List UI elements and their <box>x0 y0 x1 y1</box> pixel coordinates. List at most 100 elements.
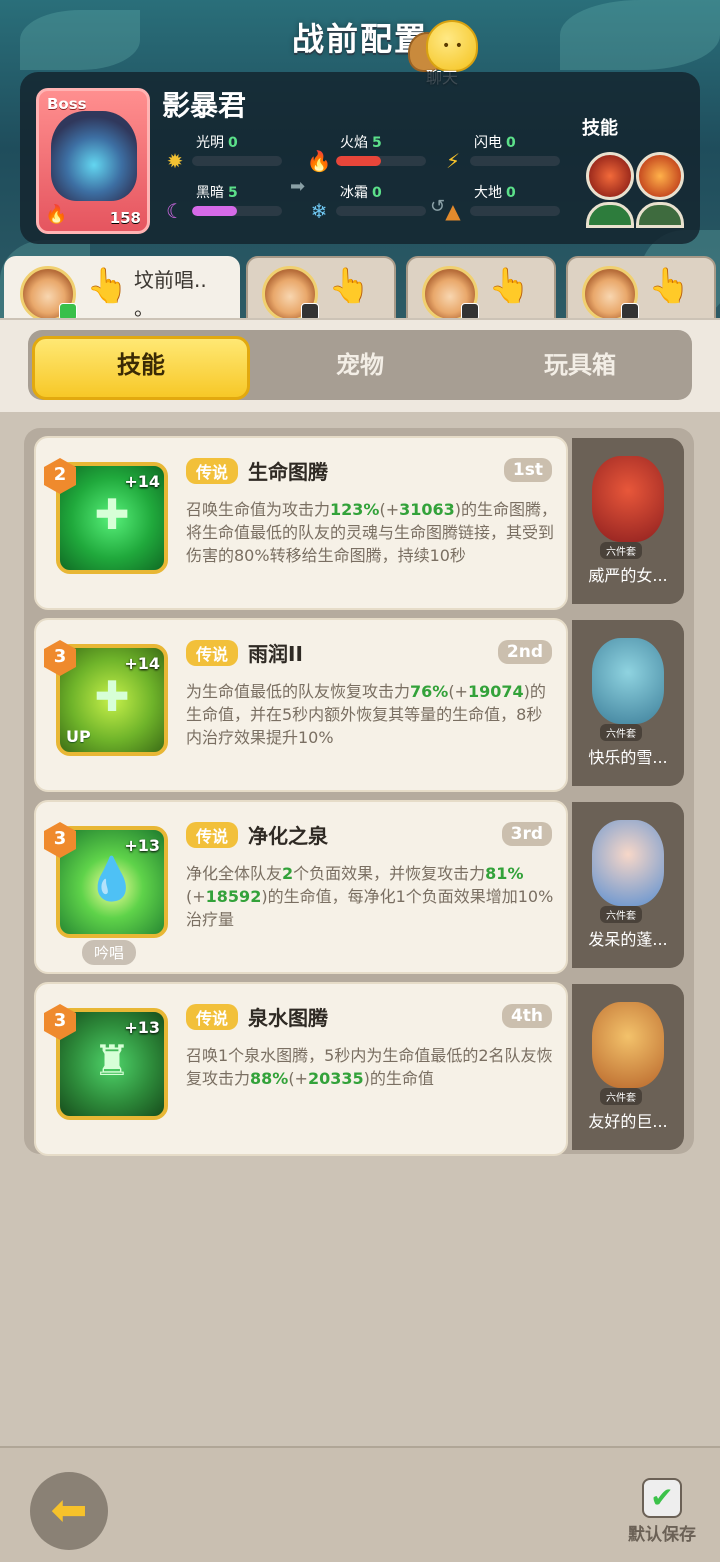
element-bar-fill <box>192 206 237 216</box>
skill-description: 净化全体队友2个负面效果，并恢复攻击力81%(+18592)的生命值，每净化1个… <box>186 864 554 929</box>
hero-avatar <box>422 266 479 322</box>
boss-skill-orb-3[interactable] <box>586 202 634 228</box>
build-tab-4[interactable]: 👆 <box>566 256 716 326</box>
boss-portrait[interactable]: Boss 🔥 158 <box>36 88 150 234</box>
element-bar <box>470 206 560 216</box>
skill-rank: 2nd <box>497 640 552 664</box>
tap-hand-icon: 👆 <box>648 266 691 306</box>
boss-skill-orb-4[interactable] <box>636 202 684 228</box>
rarity-badge: 传说 <box>186 822 239 848</box>
build-tabs: 👆 坟前唱.. 。 👆 👆 👆 <box>0 256 720 326</box>
pet-figure-image <box>592 456 664 542</box>
element-value: 0 <box>506 135 516 151</box>
rarity-badge: 传说 <box>186 640 239 666</box>
tap-hand-icon: 👆 <box>328 266 371 306</box>
skill-rank: 1st <box>503 458 552 482</box>
skill-rank: 4th <box>501 1004 552 1028</box>
pet-figure-image <box>592 1002 664 1088</box>
element-label: 光明 <box>196 135 224 151</box>
element-label: 闪电 <box>474 135 502 151</box>
element-stat: ☾ 黑暗 5 <box>162 182 282 224</box>
default-save-label: 默认保存 <box>628 1525 696 1545</box>
build-tab-label: 坟前唱.. 。 <box>134 268 207 320</box>
section-switcher: 技能 宠物 玩具箱 <box>0 320 720 412</box>
segment-skills[interactable]: 技能 <box>32 336 250 400</box>
pet-name: 发呆的蓬... <box>588 930 668 949</box>
element-label: 火焰 <box>340 135 368 151</box>
skill-name: 泉水图腾 <box>248 1006 328 1030</box>
element-stat: ✹ 光明 0 <box>162 132 282 174</box>
element-bar <box>192 206 282 216</box>
checkbox-checked-icon: ✔ <box>642 1478 682 1518</box>
assigned-pet[interactable]: 六件套 快乐的雪... <box>572 620 684 786</box>
default-save-toggle[interactable]: ✔ 默认保存 <box>620 1478 704 1548</box>
flame-icon: 🔥 <box>306 149 332 173</box>
element-label: 冰霜 <box>340 185 368 201</box>
shadow-dragon-image <box>51 111 137 201</box>
page-title: 战前配置 <box>291 20 428 58</box>
assigned-pet[interactable]: 六件套 发呆的蓬... <box>572 802 684 968</box>
boss-skill-orb-2[interactable] <box>636 152 684 200</box>
cycle-arrow-icon: ↺ <box>430 196 446 217</box>
element-bar <box>470 156 560 166</box>
hero-avatar <box>582 266 639 322</box>
element-stat: ❄ 冰霜 0 <box>306 182 426 224</box>
segment-pets[interactable]: 宠物 <box>254 336 466 394</box>
build-tab-1[interactable]: 👆 坟前唱.. 。 <box>4 256 240 326</box>
fire-dark-element-icon: 🔥 <box>45 204 68 225</box>
pet-name: 快乐的雪... <box>588 748 668 767</box>
pet-figure-image <box>592 638 664 724</box>
element-stat: 🔥 火焰 5 <box>306 132 426 174</box>
skill-description: 召唤1个泉水图腾，5秒内为生命值最低的2名队友恢复攻击力88%(+20335)的… <box>186 1046 553 1088</box>
skill-name: 生命图腾 <box>248 460 328 484</box>
tap-hand-icon: 👆 <box>488 266 531 306</box>
set-badge: 六件套 <box>600 906 642 923</box>
skill-card[interactable]: +14 ✚ UP 3 传说 雨润II 2nd 为生命值最低的队友恢复攻击力76%… <box>34 618 568 792</box>
back-button[interactable]: ⬅ <box>30 1472 108 1550</box>
boss-tag: Boss <box>47 95 87 113</box>
pet-name: 友好的巨... <box>588 1112 668 1131</box>
boss-name: 影暴君 <box>162 89 247 122</box>
element-bar-fill <box>336 156 381 166</box>
segment-toybox[interactable]: 玩具箱 <box>474 336 686 394</box>
rarity-badge: 传说 <box>186 458 239 484</box>
hero-avatar <box>262 266 319 322</box>
moon-icon: ☾ <box>166 199 184 223</box>
set-badge: 六件套 <box>600 1088 642 1105</box>
skill-rank: 3rd <box>501 822 552 846</box>
element-label: 大地 <box>474 185 502 201</box>
hero-avatar <box>20 266 77 322</box>
lightning-icon: ⚡ <box>445 149 461 173</box>
skill-card[interactable]: +14 ✚ 2 传说 生命图腾 1st 召唤生命值为攻击力123%(+31063… <box>34 436 568 610</box>
upgrade-tag: UP <box>66 727 91 746</box>
element-bar <box>336 206 426 216</box>
boss-skills-label: 技能 <box>582 118 618 139</box>
element-label: 黑暗 <box>196 185 224 201</box>
snowflake-icon: ❄ <box>310 199 328 223</box>
boss-panel: Boss 🔥 158 影暴君 ✹ 光明 0 🔥 火焰 5 ⚡ 闪电 0 ☾ 黑暗 5 ❄ 冰霜 0 ▲ 大地 0 … <box>20 72 700 244</box>
tap-hand-icon: 👆 <box>86 266 129 306</box>
skill-card[interactable]: +13 💧 3 吟唱 传说 净化之泉 3rd 净化全体队友2个负面效果，并恢复攻… <box>34 800 568 974</box>
skill-name: 雨润II <box>248 642 303 666</box>
element-bar <box>192 156 282 166</box>
build-tab-2[interactable]: 👆 <box>246 256 396 326</box>
build-tab-3[interactable]: 👆 <box>406 256 556 326</box>
skill-description: 为生命值最低的队友恢复攻击力76%(+19074)的生命值，并在5秒内额外恢复其… <box>186 682 546 747</box>
skill-card[interactable]: +13 ♜ 3 传说 泉水图腾 4th 召唤1个泉水图腾，5秒内为生命值最低的2… <box>34 982 568 1156</box>
element-value: 5 <box>228 185 238 201</box>
set-badge: 六件套 <box>600 724 642 741</box>
element-value: 0 <box>372 185 382 201</box>
set-badge: 六件套 <box>600 542 642 559</box>
element-value: 0 <box>228 135 238 151</box>
assigned-pet[interactable]: 六件套 友好的巨... <box>572 984 684 1150</box>
boss-level: 158 <box>109 209 141 227</box>
element-value: 5 <box>372 135 382 151</box>
back-arrow-icon: ⬅ <box>50 1485 88 1536</box>
element-stat: ▲ 大地 0 <box>440 182 560 224</box>
boss-skill-orb-1[interactable] <box>586 152 634 200</box>
assigned-pet[interactable]: 六件套 威严的女... <box>572 438 684 604</box>
cycle-arrow-icon: ➡ <box>290 176 306 197</box>
skill-name: 净化之泉 <box>248 824 328 848</box>
sun-icon: ✹ <box>166 149 184 173</box>
chant-tag: 吟唱 <box>82 940 137 965</box>
